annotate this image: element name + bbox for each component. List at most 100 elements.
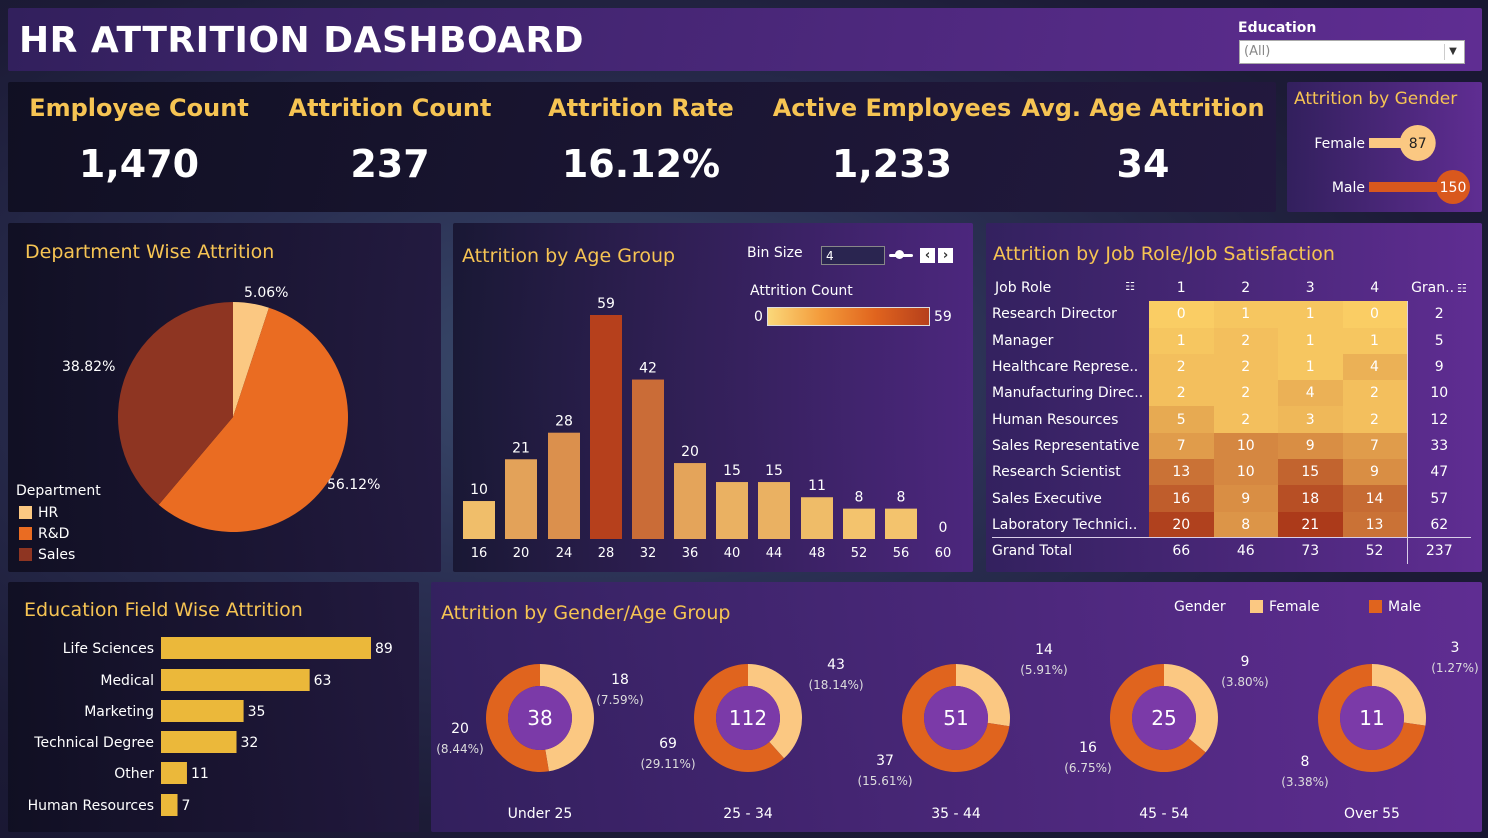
gender-age-donut-charts: 3818(7.59%)20(8.44%)Under 2511243(18.14%… <box>436 640 1478 822</box>
legend-item-sales[interactable]: Sales <box>19 547 75 563</box>
legend-title: Department <box>16 483 101 499</box>
job-role-heatmap: Job Role ☷ 1 2 3 4 Gran.. ☷ Research Direc… <box>992 275 1471 565</box>
lollipop-value: 150 <box>1440 180 1467 196</box>
lollipop-value: 87 <box>1409 136 1427 152</box>
bar-value-label: 59 <box>597 296 615 312</box>
heatmap-row: Manager 1 2 1 1 5 <box>992 327 1471 354</box>
donut-total: 51 <box>943 706 968 730</box>
heatmap-cell: 2 <box>1213 327 1278 354</box>
male-pct-label: (8.44%) <box>436 742 483 756</box>
bar-value-label: 20 <box>681 444 699 460</box>
heatmap-total-header[interactable]: Gran.. ☷ <box>1407 275 1471 301</box>
female-pct-label: (18.14%) <box>808 678 863 692</box>
heatmap-cell: 8 <box>1213 511 1278 538</box>
category-label: Technical Degree <box>33 735 154 751</box>
male-count-label: 37 <box>876 753 894 769</box>
education-filter-value: (All) <box>1244 44 1271 59</box>
heatmap-cell: 1 <box>1278 353 1343 381</box>
heatmap-row-label: Manufacturing Direc.. <box>992 385 1144 402</box>
heatmap-row: Sales Executive 16 9 18 14 57 <box>992 485 1471 512</box>
category-label: Male <box>1332 180 1365 196</box>
donut-total: 112 <box>729 706 767 730</box>
male-count-label: 16 <box>1079 740 1097 756</box>
heatmap-cell: 9 <box>1213 485 1278 512</box>
category-label: Medical <box>100 673 154 689</box>
legend-label: R&D <box>38 526 70 542</box>
male-pct-label: (3.38%) <box>1281 775 1328 789</box>
bar-value-label: 42 <box>639 361 657 377</box>
sort-icon[interactable]: ☷ <box>1125 280 1135 293</box>
age-group-label: Under 25 <box>508 806 573 822</box>
kpi-active-employees: Active Employees 1,233 <box>767 94 1017 186</box>
heatmap-row-label: Sales Executive <box>992 490 1102 507</box>
slice-label: 38.82% <box>62 359 115 375</box>
female-pct-label: (1.27%) <box>1431 661 1478 675</box>
heatmap-row-total: 2 <box>1406 301 1471 328</box>
age-bar <box>505 459 537 539</box>
age-group-attrition-panel: Attrition by Age Group Bin Size 4 ‹ › At… <box>453 223 973 572</box>
heatmap-cell: 2 <box>1213 406 1278 433</box>
education-bar <box>161 762 187 784</box>
heatmap-row: Human Resources 5 2 3 2 12 <box>992 406 1471 433</box>
kpi-label: Attrition Count <box>288 94 492 122</box>
heatmap-column-total: 46 <box>1213 537 1278 565</box>
heatmap-row: Research Scientist 13 10 15 9 47 <box>992 459 1471 486</box>
bar-value-label: 0 <box>939 520 948 536</box>
x-tick-label: 48 <box>809 546 826 561</box>
education-bar <box>161 637 371 659</box>
x-tick-label: 28 <box>598 546 615 561</box>
legend-item-rd[interactable]: R&D <box>19 526 69 542</box>
heatmap-cell: 18 <box>1278 485 1343 512</box>
kpi-panel: Employee Count 1,470 Attrition Count 237 A… <box>8 82 1276 212</box>
age-bar <box>674 463 706 539</box>
slice-label: 56.12% <box>327 477 380 493</box>
heatmap-cell: 1 <box>1213 301 1278 328</box>
heatmap-row-header[interactable]: Job Role ☷ <box>992 275 1149 301</box>
department-pie-chart: 5.06% 56.12% 38.82% <box>62 285 380 532</box>
chevron-down-icon[interactable]: ▼ <box>1444 44 1461 60</box>
x-tick-label: 16 <box>471 546 488 561</box>
heatmap-header-row: Job Role ☷ 1 2 3 4 Gran.. ☷ <box>992 275 1471 301</box>
x-tick-label: 56 <box>893 546 910 561</box>
bar-value-label: 32 <box>241 735 259 751</box>
age-group-bar-chart: 10 16 21 20 28 24 59 28 42 32 20 36 15 40 15 44 11 48 8 52 8… <box>463 296 951 561</box>
bar-value-label: 15 <box>723 463 741 479</box>
legend-item-hr[interactable]: HR <box>19 505 58 521</box>
kpi-label: Employee Count <box>29 94 249 122</box>
heatmap-cell: 14 <box>1342 485 1407 512</box>
heatmap-cell: 1 <box>1278 301 1343 328</box>
kpi-label: Active Employees <box>772 94 1012 122</box>
heatmap-row-label: Human Resources <box>992 411 1119 428</box>
male-pct-label: (15.61%) <box>857 774 912 788</box>
education-bar <box>161 794 178 816</box>
heatmap-cell: 1 <box>1278 327 1343 354</box>
kpi-value: 237 <box>350 142 430 186</box>
age-group-label: 25 - 34 <box>723 806 773 822</box>
education-filter-select[interactable]: (All) ▼ <box>1239 40 1465 64</box>
heatmap-cell: 1 <box>1149 327 1214 354</box>
heatmap-cell: 5 <box>1149 406 1214 433</box>
heatmap-cell: 3 <box>1278 406 1343 433</box>
sort-icon[interactable]: ☷ <box>1457 282 1467 295</box>
heatmap-row-total: 33 <box>1406 432 1471 460</box>
heatmap-cell: 0 <box>1149 301 1214 328</box>
age-bar <box>885 508 917 539</box>
education-bar <box>161 731 237 753</box>
male-count-label: 20 <box>451 721 469 737</box>
age-bar <box>716 482 748 539</box>
legend-swatch <box>19 527 32 540</box>
x-tick-label: 44 <box>766 546 783 561</box>
heatmap-row: Laboratory Technici.. 20 8 21 13 62 <box>992 511 1471 538</box>
category-label: Other <box>114 766 154 782</box>
heatmap-row-total: 57 <box>1406 485 1471 512</box>
heatmap-cell: 9 <box>1278 432 1343 460</box>
gender-lollipop-chart: Female Male 87 150 <box>1314 125 1470 204</box>
education-field-attrition-panel: Education Field Wise Attrition Life Scie… <box>8 582 419 832</box>
heatmap-cell: 2 <box>1213 353 1278 381</box>
bar-value-label: 10 <box>470 482 488 498</box>
heatmap-grand-total-row: Grand Total 66 46 73 52 237 <box>992 537 1471 565</box>
panel-title: Attrition by Job Role/Job Satisfaction <box>993 243 1335 265</box>
female-count-label: 14 <box>1035 642 1053 658</box>
heatmap-row-total: 237 <box>1406 537 1471 565</box>
x-tick-label: 20 <box>513 546 530 561</box>
